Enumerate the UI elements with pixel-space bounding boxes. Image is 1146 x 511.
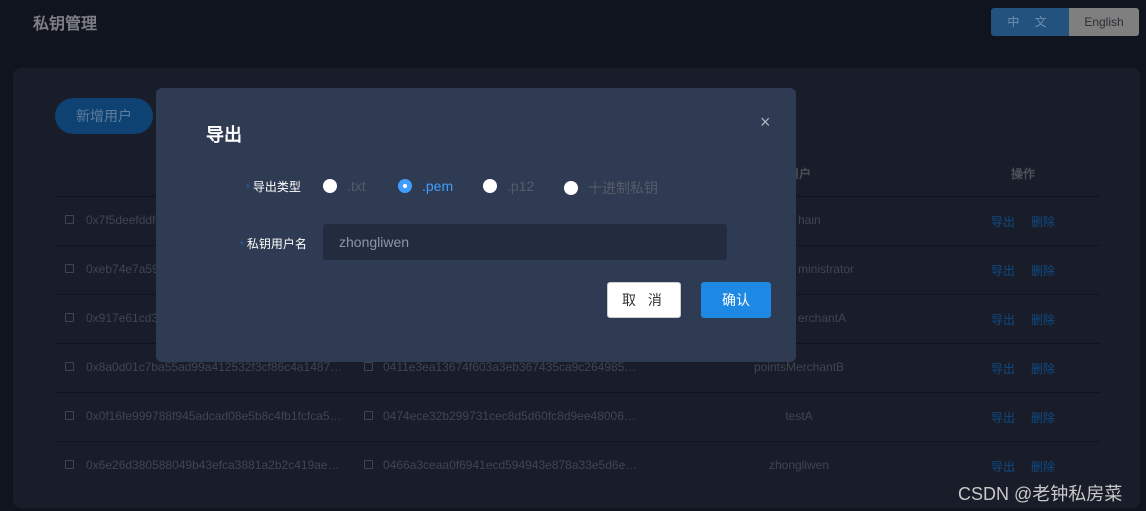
close-icon[interactable]: ×: [760, 112, 771, 133]
dialog-title: 导出: [206, 125, 242, 145]
copy-icon[interactable]: [65, 460, 74, 469]
export-dialog: 导出 × * 导出类型 .txt .pem .p12 十进制私钥 * 私钥用户名 z…: [156, 88, 796, 362]
copy-icon[interactable]: [364, 411, 373, 420]
copy-icon[interactable]: [65, 362, 74, 371]
radio-circle[interactable]: [323, 179, 337, 193]
radio-circle[interactable]: [564, 181, 578, 195]
copy-icon[interactable]: [364, 362, 373, 371]
column-header-actions: 操作: [1011, 167, 1036, 181]
export-link[interactable]: 导出: [991, 262, 1015, 279]
radio-p12[interactable]: .p12: [483, 178, 534, 194]
pubkey-cell: 0466a3ceaa0f6941ecd594943e878a33e5d6e…: [383, 458, 638, 472]
delete-link[interactable]: 删除: [1031, 458, 1055, 475]
copy-icon[interactable]: [65, 264, 74, 273]
address-cell: 0x6e26d380588049b43efca3881a2b2c419ae…: [86, 458, 340, 472]
export-link[interactable]: 导出: [991, 458, 1015, 475]
export-link[interactable]: 导出: [991, 311, 1015, 328]
watermark: CSDN @老钟私房菜: [958, 484, 1123, 504]
export-link[interactable]: 导出: [991, 213, 1015, 230]
cancel-button[interactable]: 取 消: [607, 282, 681, 318]
address-cell: 0x917e61cd3: [86, 311, 159, 325]
address-cell: 0xeb74e7a59: [86, 262, 159, 276]
add-user-button[interactable]: 新增用户: [55, 98, 153, 134]
export-link[interactable]: 导出: [991, 360, 1015, 377]
delete-link[interactable]: 删除: [1031, 213, 1055, 230]
delete-link[interactable]: 删除: [1031, 311, 1055, 328]
radio-decimal[interactable]: 十进制私钥: [564, 178, 658, 198]
copy-icon[interactable]: [65, 411, 74, 420]
username-label: * 私钥用户名: [240, 237, 307, 251]
user-cell: hain: [798, 213, 821, 227]
pubkey-cell: 0474ece32b299731cec8d5d60fc8d9ee48006…: [383, 409, 636, 423]
copy-icon[interactable]: [65, 215, 74, 224]
address-cell: 0x8a0d01c7ba55ad99a412532f3cf86c4a1487…: [86, 360, 343, 374]
radio-circle[interactable]: [483, 179, 497, 193]
export-type-label: * 导出类型: [246, 180, 301, 194]
table-row: 0x6e26d380588049b43efca3881a2b2c419ae… 0…: [55, 441, 1100, 490]
delete-link[interactable]: 删除: [1031, 360, 1055, 377]
confirm-button[interactable]: 确认: [701, 282, 771, 318]
username-input[interactable]: zhongliwen: [323, 224, 727, 260]
delete-link[interactable]: 删除: [1031, 262, 1055, 279]
table-row: 0x0f16fe999788f945adcad08e5b8c4fb1fcfca5…: [55, 392, 1100, 441]
address-cell: 0x0f16fe999788f945adcad08e5b8c4fb1fcfca5…: [86, 409, 342, 423]
address-cell: 0x7f5deefddf: [86, 213, 156, 227]
user-cell: ministrator: [798, 262, 855, 276]
copy-icon[interactable]: [364, 460, 373, 469]
delete-link[interactable]: 删除: [1031, 409, 1055, 426]
page-title: 私钥管理: [33, 16, 98, 33]
copy-icon[interactable]: [65, 313, 74, 322]
lang-chinese-button[interactable]: 中 文: [991, 8, 1069, 36]
language-switch: 中 文 English: [991, 8, 1139, 36]
radio-circle[interactable]: [398, 179, 412, 193]
user-cell: erchantA: [798, 311, 847, 325]
export-link[interactable]: 导出: [991, 409, 1015, 426]
pubkey-cell: 0411e3ea13674f603a3eb367435ca9c264985…: [383, 360, 637, 374]
lang-english-button[interactable]: English: [1069, 8, 1139, 36]
radio-pem[interactable]: .pem: [398, 178, 453, 194]
radio-txt[interactable]: .txt: [323, 178, 366, 194]
